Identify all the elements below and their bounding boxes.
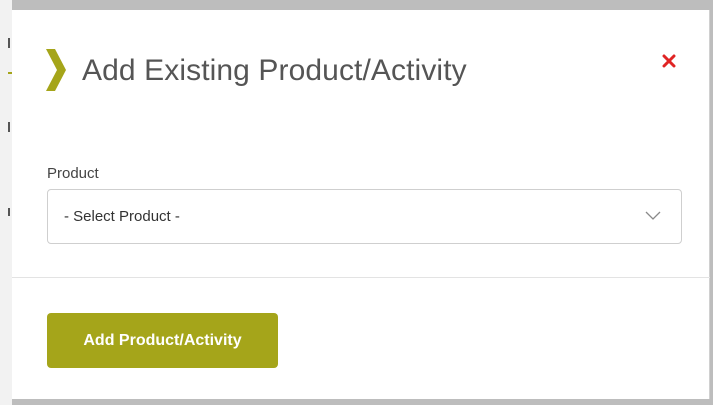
- product-select-value: - Select Product -: [64, 208, 180, 225]
- chevron-right-icon: [46, 49, 66, 91]
- add-product-modal: Add Existing Product/Activity Product - …: [12, 10, 710, 399]
- chevron-down-icon: [645, 211, 661, 220]
- modal-divider: [12, 277, 710, 278]
- underlying-page-edge: [0, 0, 12, 405]
- underlying-text-fragment: [8, 122, 10, 132]
- modal-title: Add Existing Product/Activity: [82, 54, 467, 87]
- product-select[interactable]: - Select Product -: [47, 189, 682, 244]
- modal-header: Add Existing Product/Activity: [12, 10, 710, 130]
- underlying-text-fragment: [8, 38, 10, 48]
- add-product-activity-button[interactable]: Add Product/Activity: [47, 313, 278, 368]
- underlying-text-fragment: [8, 208, 10, 216]
- close-icon[interactable]: [662, 54, 676, 68]
- product-label: Product: [47, 165, 99, 182]
